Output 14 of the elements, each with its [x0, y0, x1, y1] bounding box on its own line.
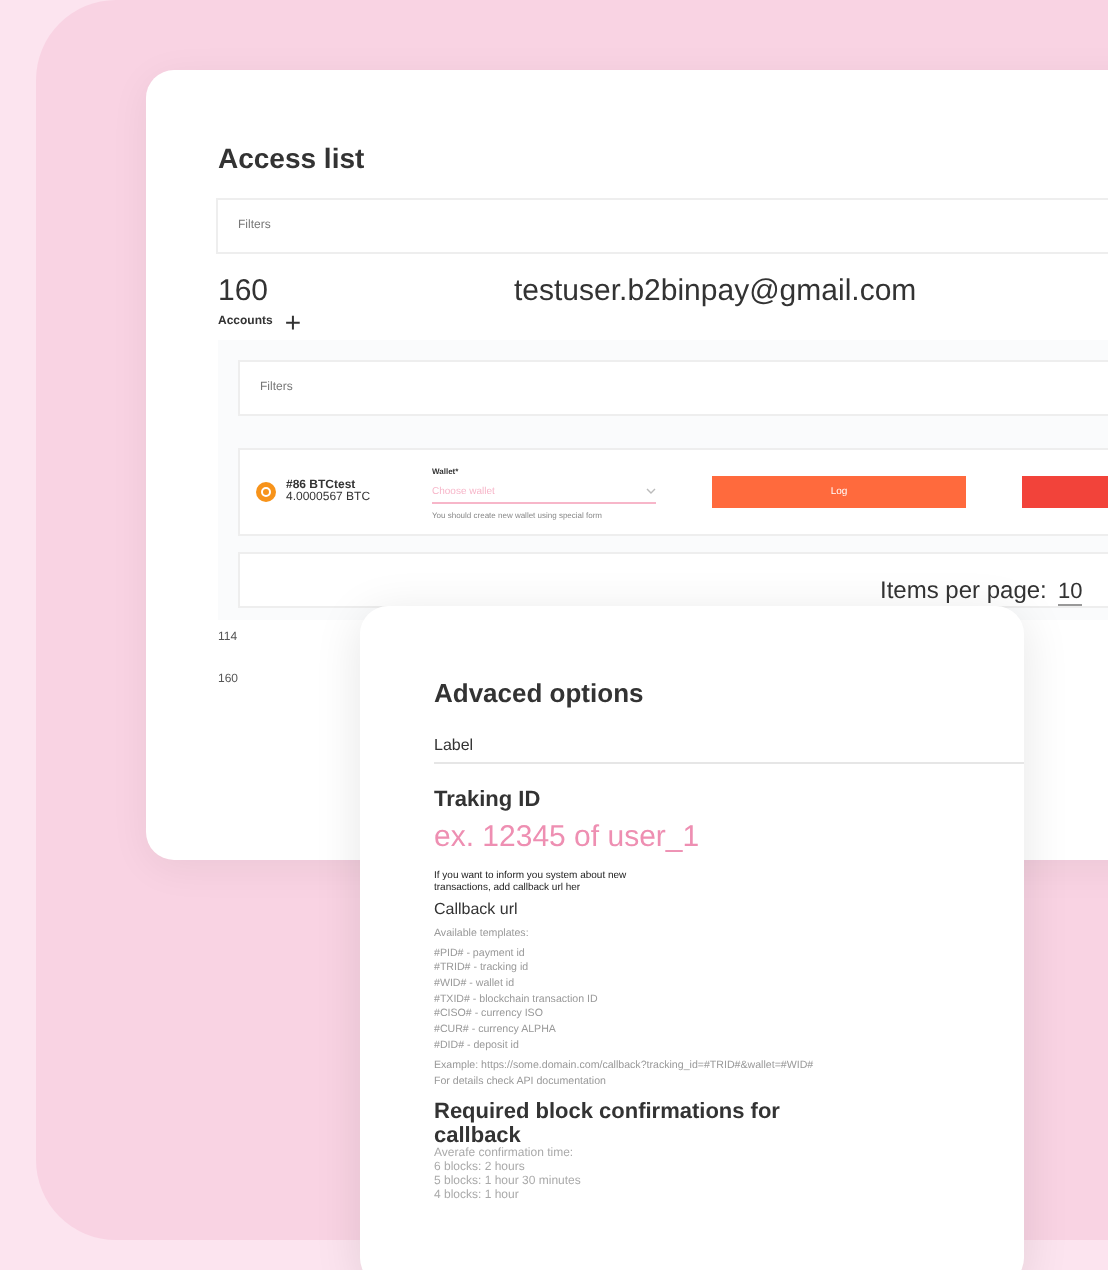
email-text: testuser.b2binpay@gmail.com	[514, 274, 917, 308]
callback-url-title: Callback url	[434, 900, 520, 918]
items-per-page-label: Items per page:	[880, 576, 1047, 604]
count-text: 160	[218, 274, 271, 308]
coin-icon	[256, 482, 276, 502]
caret-icon	[646, 488, 656, 494]
tracking-id-title: Traking ID	[434, 788, 543, 812]
add-button[interactable]: +	[284, 308, 302, 336]
action-button[interactable]	[1022, 476, 1108, 508]
items-per-page-select[interactable]: 10	[1058, 580, 1083, 606]
dialog-title: Advaced options	[434, 678, 646, 708]
label-field[interactable]: Label	[434, 736, 1024, 764]
confirmations-title: Required block confirmations for callback	[434, 1099, 782, 1148]
page-title: Access list	[218, 142, 367, 174]
